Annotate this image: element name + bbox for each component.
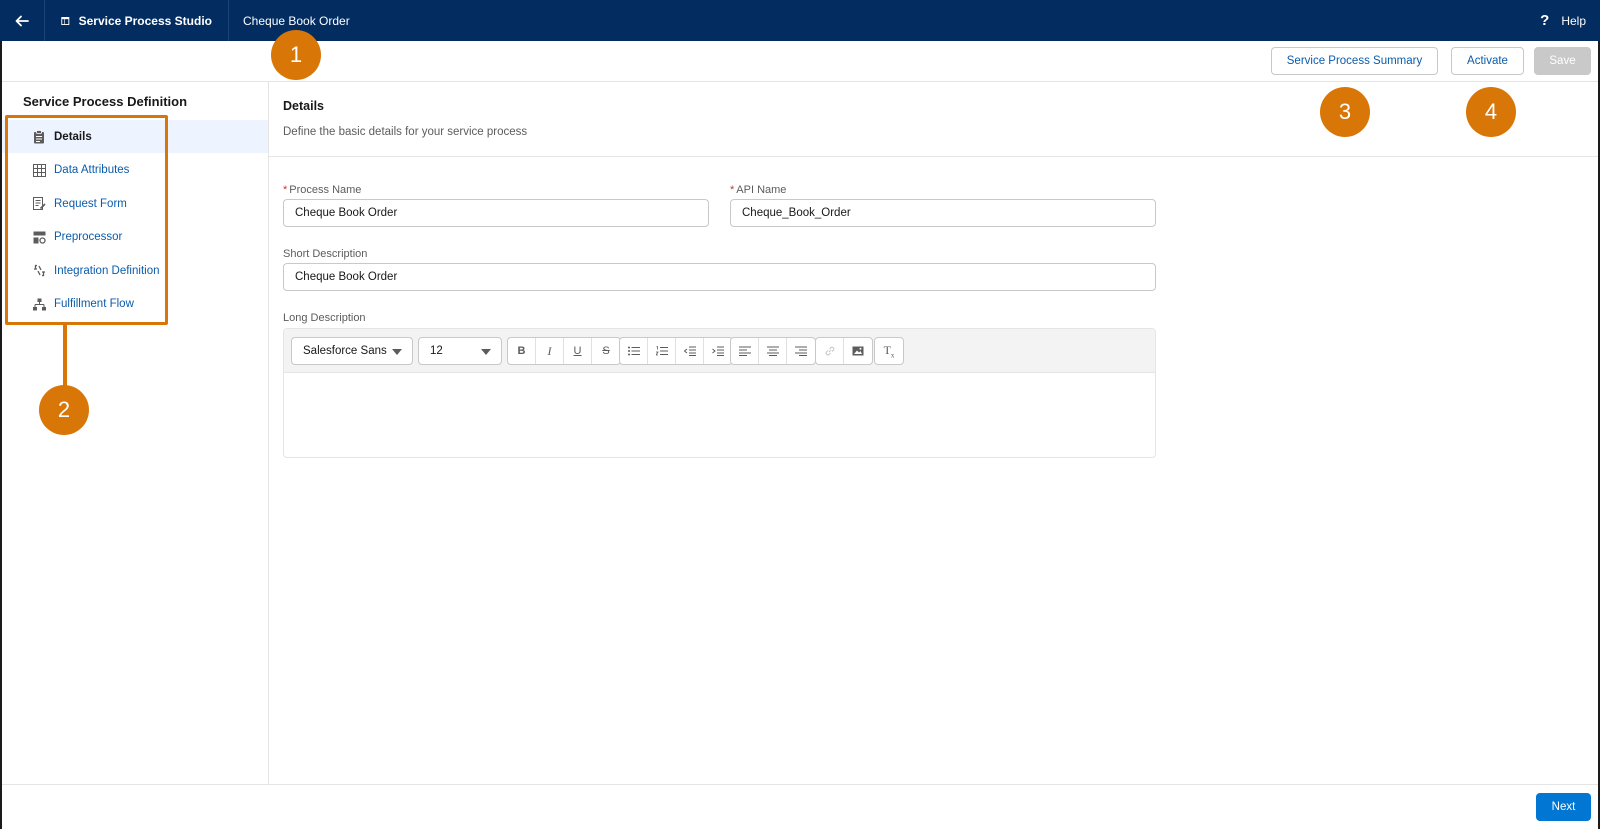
api-name-label: * API Name: [730, 184, 786, 196]
underline-icon: U: [573, 345, 582, 357]
image-icon: [852, 346, 864, 356]
align-left-icon: [738, 346, 751, 356]
arrow-left-icon: [15, 15, 29, 26]
record-title: Cheque Book Order: [243, 13, 350, 28]
help-label: Help: [1561, 13, 1586, 28]
sidebar-highlight-box: [5, 115, 168, 325]
clear-formatting-button[interactable]: Tx: [875, 338, 903, 364]
rich-text-toolbar: Salesforce Sans 12 B I U S Tx: [284, 329, 1155, 373]
bold-button[interactable]: B: [508, 338, 536, 364]
callout-badge-1: 1: [271, 30, 321, 80]
action-bar: Service Process Summary Activate Save: [2, 41, 1598, 82]
font-size-select[interactable]: 12: [418, 337, 502, 365]
short-description-label: Short Description: [283, 248, 368, 260]
save-button[interactable]: Save: [1534, 47, 1591, 75]
underline-button[interactable]: U: [564, 338, 592, 364]
layout-icon: [61, 16, 70, 25]
indent-button[interactable]: [704, 338, 732, 364]
callout-connector: [63, 325, 67, 387]
align-right-button[interactable]: [787, 338, 815, 364]
required-marker: *: [283, 184, 288, 196]
sidebar-title: Service Process Definition: [23, 94, 188, 109]
strikethrough-button[interactable]: S: [592, 338, 620, 364]
font-size-value: 12: [430, 345, 443, 357]
bullet-list-button[interactable]: [620, 338, 648, 364]
section-subtitle: Define the basic details for your servic…: [283, 126, 528, 138]
align-left-button[interactable]: [731, 338, 759, 364]
short-description-input[interactable]: Cheque Book Order: [283, 263, 1156, 291]
clear-format-group: Tx: [874, 337, 904, 365]
callout-badge-4: 4: [1466, 87, 1516, 137]
align-right-icon: [795, 346, 807, 356]
long-description-label: Long Description: [283, 312, 366, 324]
bullet-list-icon: [627, 346, 640, 356]
process-name-input[interactable]: Cheque Book Order: [283, 199, 709, 227]
numbered-list-button[interactable]: [648, 338, 676, 364]
indent-icon: [712, 346, 724, 356]
align-center-icon: [766, 346, 779, 356]
image-button[interactable]: [844, 338, 872, 364]
link-icon: [825, 346, 834, 356]
api-name-input[interactable]: Cheque_Book_Order: [730, 199, 1156, 227]
insert-group: [815, 337, 873, 365]
text-format-group: B I U S: [507, 337, 621, 365]
long-description-editor: Salesforce Sans 12 B I U S Tx: [283, 328, 1156, 458]
outdent-icon: [683, 346, 696, 356]
next-button[interactable]: Next: [1536, 793, 1591, 821]
alignment-group: [730, 337, 816, 365]
callout-badge-3: 3: [1320, 87, 1370, 137]
api-name-label-text: API Name: [736, 184, 787, 196]
process-name-label-text: Process Name: [289, 184, 362, 196]
required-marker: *: [730, 184, 735, 196]
bold-icon: B: [517, 345, 526, 357]
service-process-summary-button[interactable]: Service Process Summary: [1271, 47, 1438, 75]
outdent-button[interactable]: [676, 338, 704, 364]
section-divider: [269, 156, 1598, 157]
process-name-label: * Process Name: [283, 184, 361, 196]
footer-bar: Next: [2, 784, 1598, 829]
align-center-button[interactable]: [759, 338, 787, 364]
callout-badge-2: 2: [39, 385, 89, 435]
long-description-textarea[interactable]: [284, 373, 1155, 457]
app-launcher[interactable]: Service Process Studio: [45, 0, 229, 41]
section-title: Details: [283, 99, 324, 113]
help-link[interactable]: ? Help: [1540, 0, 1586, 41]
strikethrough-icon: S: [602, 345, 610, 357]
font-family-select[interactable]: Salesforce Sans: [291, 337, 413, 365]
numbered-list-icon: [655, 346, 668, 356]
question-icon: ?: [1540, 12, 1550, 29]
list-format-group: [619, 337, 733, 365]
top-bar: Service Process Studio Cheque Book Order…: [0, 0, 1600, 41]
caret-down-icon: [481, 349, 491, 355]
caret-down-icon: [392, 349, 402, 355]
app-title: Service Process Studio: [78, 13, 212, 28]
clear-formatting-icon: Tx: [883, 342, 895, 360]
link-button[interactable]: [816, 338, 844, 364]
italic-button[interactable]: I: [536, 338, 564, 364]
back-button[interactable]: [0, 0, 45, 41]
font-family-value: Salesforce Sans: [303, 345, 387, 357]
main-content: Details Define the basic details for you…: [269, 82, 1598, 784]
activate-button[interactable]: Activate: [1451, 47, 1524, 75]
italic-icon: I: [547, 343, 552, 358]
